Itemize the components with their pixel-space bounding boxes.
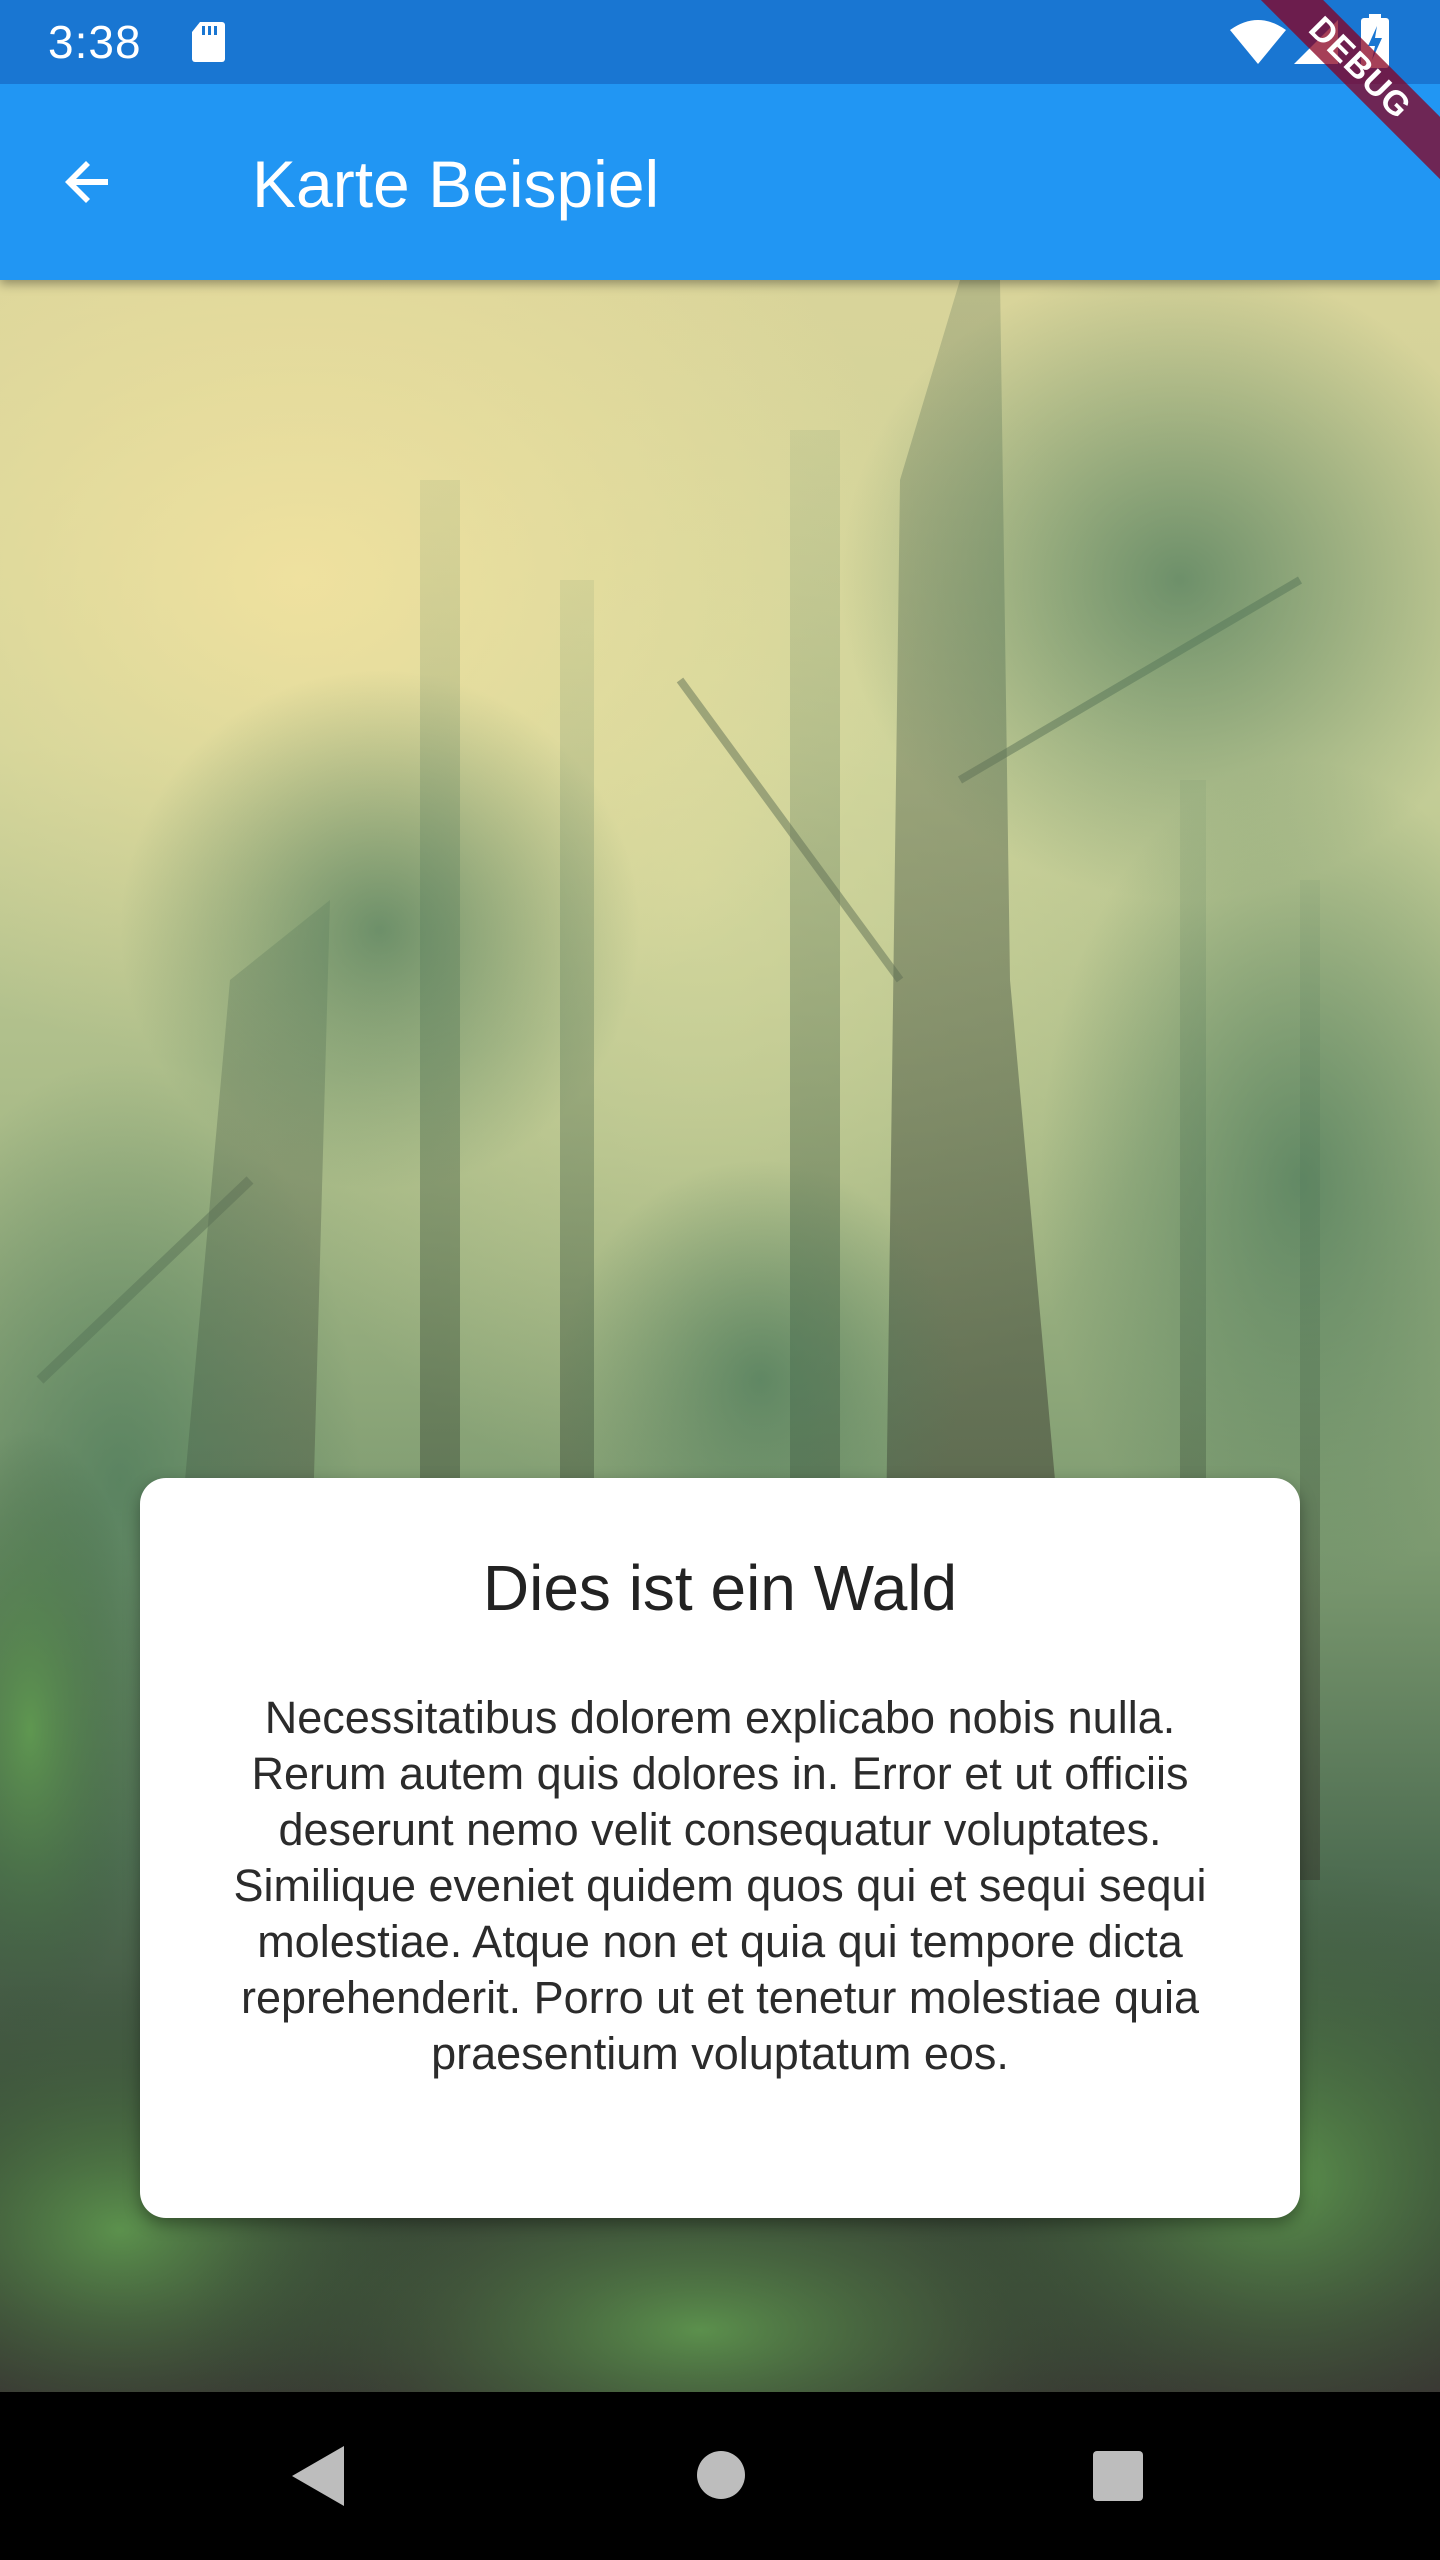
navigation-bar bbox=[0, 2392, 1440, 2560]
card-title: Dies ist ein Wald bbox=[482, 1552, 958, 1624]
app-bar: Karte Beispiel bbox=[0, 84, 1440, 280]
forest-card: Dies ist ein Wald Necessitatibus dolorem… bbox=[140, 1478, 1300, 2218]
status-bar: 3:38 bbox=[0, 0, 1440, 84]
page-title: Karte Beispiel bbox=[252, 147, 660, 221]
wifi-icon bbox=[1230, 20, 1286, 64]
screen: 3:38 Karte Beispiel DEBUG Dies ist ein W… bbox=[0, 0, 1440, 2560]
nav-back-icon[interactable] bbox=[288, 2444, 348, 2508]
nav-home-icon[interactable] bbox=[696, 2450, 746, 2500]
back-button[interactable] bbox=[40, 134, 136, 230]
sd-card-icon bbox=[192, 22, 225, 62]
card-body: Necessitatibus dolorem explicabo nobis n… bbox=[233, 1692, 1207, 2079]
arrow-back-icon bbox=[65, 161, 108, 203]
status-time: 3:38 bbox=[48, 16, 142, 68]
nav-recents-icon[interactable] bbox=[1092, 2450, 1144, 2502]
